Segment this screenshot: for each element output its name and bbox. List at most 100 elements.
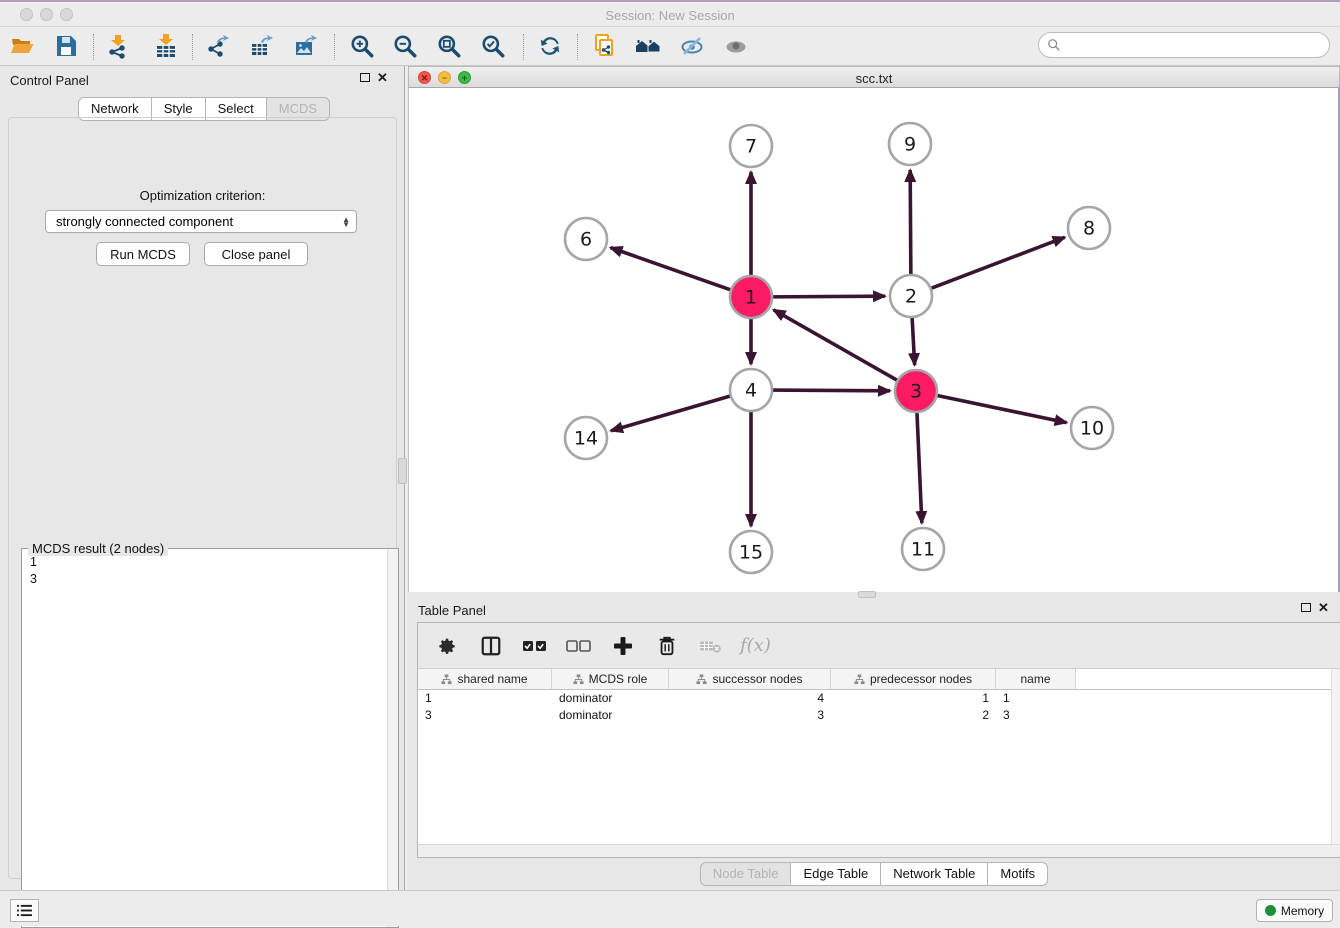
column-header-shared-name[interactable]: shared name xyxy=(418,669,552,689)
table-horizontal-scrollbar[interactable] xyxy=(418,844,1340,857)
node-label-11: 11 xyxy=(911,539,935,561)
split-table-icon[interactable] xyxy=(476,631,506,661)
edge-1-2[interactable] xyxy=(769,296,885,297)
edge-2-3[interactable] xyxy=(912,314,915,365)
node-table: shared nameMCDS rolesuccessor nodesprede… xyxy=(418,669,1340,724)
edge-3-1[interactable] xyxy=(774,310,901,382)
control-panel-float-icon[interactable] xyxy=(360,73,370,82)
tab-network-table[interactable]: Network Table xyxy=(881,862,988,886)
hide-selected-eye-icon[interactable] xyxy=(678,32,706,60)
refresh-layout-icon[interactable] xyxy=(536,32,564,60)
edge-4-14[interactable] xyxy=(611,395,734,431)
node-3[interactable]: 3 xyxy=(895,370,937,412)
export-table-icon[interactable] xyxy=(248,32,276,60)
zoom-fit-icon[interactable] xyxy=(435,32,463,60)
node-15[interactable]: 15 xyxy=(730,531,772,573)
node-table-container: f(x) shared nameMCDS rolesuccessor nodes… xyxy=(417,622,1340,858)
node-1[interactable]: 1 xyxy=(730,276,772,318)
home-icon[interactable] xyxy=(634,32,662,60)
table-header-row: shared nameMCDS rolesuccessor nodesprede… xyxy=(418,669,1340,690)
network-window-titlebar: ✕ − + scc.txt xyxy=(408,66,1340,88)
table-body: 1dominator4113dominator323 xyxy=(418,690,1340,724)
node-6[interactable]: 6 xyxy=(565,218,607,260)
column-header-MCDS-role[interactable]: MCDS role xyxy=(552,669,669,689)
edge-4-3[interactable] xyxy=(769,390,890,391)
node-9[interactable]: 9 xyxy=(889,123,931,165)
table-row[interactable]: 3dominator323 xyxy=(418,707,1340,724)
node-10[interactable]: 10 xyxy=(1071,407,1113,449)
tab-motifs[interactable]: Motifs xyxy=(988,862,1048,886)
column-header-name[interactable]: name xyxy=(996,669,1076,689)
node-2[interactable]: 2 xyxy=(890,275,932,317)
open-session-icon[interactable] xyxy=(8,32,36,60)
cell-successor-nodes[interactable]: 4 xyxy=(669,690,831,707)
select-all-icon[interactable] xyxy=(520,631,550,661)
column-settings-gear-icon[interactable] xyxy=(432,631,462,661)
optimization-criterion-label: Optimization criterion: xyxy=(9,188,396,203)
vertical-splitter-grip[interactable] xyxy=(398,458,407,484)
annotation-icon[interactable] xyxy=(590,32,618,60)
table-row[interactable]: 1dominator411 xyxy=(418,690,1340,707)
delete-column-icon[interactable] xyxy=(696,631,726,661)
task-history-button[interactable] xyxy=(10,899,39,922)
cell-shared-name[interactable]: 1 xyxy=(418,690,552,707)
node-label-14: 14 xyxy=(574,428,598,450)
import-table-icon[interactable] xyxy=(152,32,180,60)
show-all-eye-icon[interactable] xyxy=(722,32,750,60)
import-network-icon[interactable] xyxy=(104,32,132,60)
export-image-icon[interactable] xyxy=(292,32,320,60)
edge-1-6[interactable] xyxy=(611,248,734,291)
node-4[interactable]: 4 xyxy=(730,369,772,411)
cell-successor-nodes[interactable]: 3 xyxy=(669,707,831,724)
network-canvas[interactable]: 7 9 6 8 1 2 4 3 14 10 15 11 xyxy=(408,88,1340,592)
table-vertical-scrollbar[interactable] xyxy=(1331,669,1340,844)
mcds-result-list[interactable]: 1 3 xyxy=(22,552,386,927)
cell-name[interactable]: 1 xyxy=(996,690,1076,707)
search-field[interactable] xyxy=(1038,32,1330,58)
memory-button[interactable]: Memory xyxy=(1256,899,1333,922)
save-session-icon[interactable] xyxy=(52,32,80,60)
control-panel: Control Panel ✕ NetworkStyleSelectMCDS O… xyxy=(0,66,405,890)
tab-node-table[interactable]: Node Table xyxy=(700,862,792,886)
node-label-10: 10 xyxy=(1080,418,1104,440)
deselect-all-icon[interactable] xyxy=(564,631,594,661)
control-panel-close-icon[interactable]: ✕ xyxy=(377,73,388,83)
delete-row-trash-icon[interactable] xyxy=(652,631,682,661)
edge-2-8[interactable] xyxy=(928,237,1065,289)
edge-3-10[interactable] xyxy=(934,395,1067,423)
optimization-criterion-select[interactable]: strongly connected component ▲▼ xyxy=(45,210,357,233)
cell-MCDS-role[interactable]: dominator xyxy=(552,690,669,707)
table-panel-close-icon[interactable]: ✕ xyxy=(1318,603,1329,613)
cell-MCDS-role[interactable]: dominator xyxy=(552,707,669,724)
edge-3-11[interactable] xyxy=(917,409,922,523)
network-graph[interactable]: 7 9 6 8 1 2 4 3 14 10 15 11 xyxy=(409,88,1338,590)
column-header-successor-nodes[interactable]: successor nodes xyxy=(669,669,831,689)
zoom-selected-icon[interactable] xyxy=(479,32,507,60)
column-header-predecessor-nodes[interactable]: predecessor nodes xyxy=(831,669,996,689)
zoom-out-icon[interactable] xyxy=(391,32,419,60)
export-network-icon[interactable] xyxy=(204,32,232,60)
cell-name[interactable]: 3 xyxy=(996,707,1076,724)
node-7[interactable]: 7 xyxy=(730,125,772,167)
cell-predecessor-nodes[interactable]: 1 xyxy=(831,690,996,707)
node-14[interactable]: 14 xyxy=(565,417,607,459)
zoom-in-icon[interactable] xyxy=(348,32,376,60)
run-mcds-button[interactable]: Run MCDS xyxy=(96,242,190,266)
close-panel-button[interactable]: Close panel xyxy=(204,242,308,266)
network-window-title: scc.txt xyxy=(409,71,1339,86)
edge-2-9[interactable] xyxy=(910,170,911,278)
node-11[interactable]: 11 xyxy=(902,528,944,570)
session-title: Session: New Session xyxy=(0,8,1340,23)
network-view-window: ✕ − + scc.txt 7 9 6 8 1 2 4 3 14 10 15 11 xyxy=(408,66,1340,592)
result-scrollbar[interactable] xyxy=(387,549,398,927)
cell-predecessor-nodes[interactable]: 2 xyxy=(831,707,996,724)
table-panel-float-icon[interactable] xyxy=(1301,603,1311,612)
horizontal-splitter-grip[interactable] xyxy=(858,591,876,598)
node-8[interactable]: 8 xyxy=(1068,207,1110,249)
function-builder-fx-icon[interactable]: f(x) xyxy=(740,635,771,656)
add-row-plus-icon[interactable] xyxy=(608,631,638,661)
node-label-3: 3 xyxy=(910,381,922,403)
cell-shared-name[interactable]: 3 xyxy=(418,707,552,724)
search-input[interactable] xyxy=(1065,38,1329,53)
tab-edge-table[interactable]: Edge Table xyxy=(791,862,881,886)
